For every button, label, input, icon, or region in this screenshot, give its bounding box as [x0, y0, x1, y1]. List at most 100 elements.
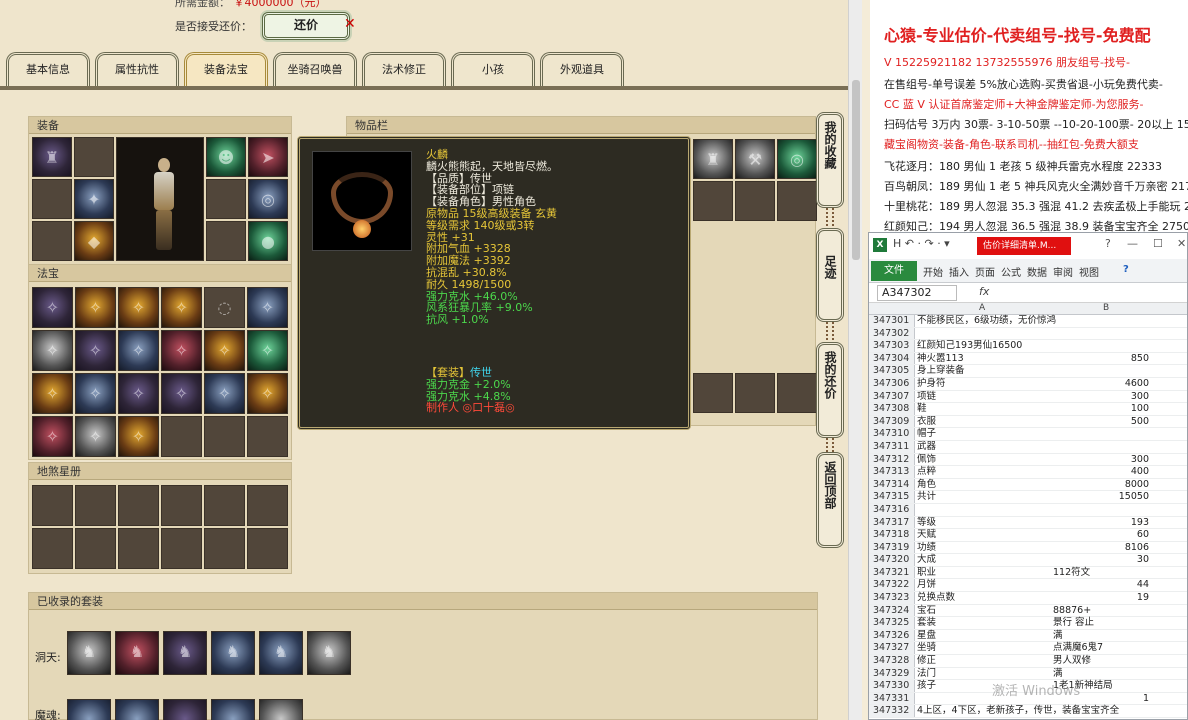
row-number[interactable]: 347328 — [869, 655, 915, 667]
cell-a[interactable]: 等级 — [917, 517, 1047, 530]
cell-a[interactable]: 大成 — [917, 554, 1047, 567]
treasure-slot[interactable]: ✧ — [75, 416, 116, 457]
row-number[interactable]: 347312 — [869, 453, 915, 466]
close-window-icon[interactable]: ✕ — [1177, 237, 1186, 250]
row-number[interactable]: 347325 — [869, 617, 915, 629]
cell-a[interactable]: 功绩 — [917, 542, 1047, 555]
treasure-slot[interactable]: ✧ — [75, 330, 116, 371]
equip-slot-orb[interactable]: ● — [248, 221, 288, 261]
row-number[interactable]: 347326 — [869, 629, 915, 642]
cell-b[interactable]: 满 — [1053, 668, 1183, 681]
row-number[interactable]: 347315 — [869, 491, 915, 503]
cell-b[interactable]: 60 — [1053, 529, 1151, 542]
cell-a[interactable]: 武器 — [917, 441, 1047, 454]
row-number[interactable]: 347321 — [869, 566, 915, 579]
cell-a[interactable]: 护身符 — [917, 378, 1047, 391]
treasure-slot[interactable]: ✧ — [204, 330, 245, 371]
row-number[interactable]: 347332 — [869, 705, 915, 717]
scrollbar-thumb[interactable] — [852, 80, 860, 260]
fx-icon[interactable]: fx — [979, 285, 989, 298]
tab-equipment-treasure[interactable]: 装备法宝 — [184, 52, 268, 86]
ribbon-tab-home[interactable]: 开始 — [923, 264, 943, 279]
treasure-slot[interactable]: ✧ — [32, 373, 73, 414]
quick-access-toolbar[interactable]: H ↶ · ↷ · ▾ — [893, 237, 950, 250]
row-number[interactable]: 347311 — [869, 440, 915, 453]
tab-children[interactable]: 小孩 — [451, 52, 535, 86]
inventory-slot[interactable]: ♜ — [693, 139, 733, 179]
cell-b[interactable]: 300 — [1053, 391, 1151, 404]
set-icon[interactable]: ♞ — [67, 631, 111, 675]
cell-b[interactable]: 19 — [1053, 592, 1151, 605]
cell-b[interactable]: 4600 — [1053, 378, 1151, 391]
cell-a[interactable]: 宝石 — [917, 605, 1047, 618]
row-number[interactable]: 347322 — [869, 579, 915, 592]
cell-a[interactable]: 套装 — [917, 617, 1047, 630]
row-number[interactable]: 347301 — [869, 315, 915, 327]
cell-a[interactable]: 坐骑 — [917, 642, 1047, 655]
cell-a[interactable]: 月饼 — [917, 579, 1047, 592]
treasure-slot[interactable]: ✧ — [247, 373, 288, 414]
equip-slot-boots[interactable]: ◆ — [74, 221, 114, 261]
treasure-slot[interactable]: ✧ — [247, 287, 288, 328]
treasure-slot[interactable]: ✧ — [32, 287, 73, 328]
cell-b[interactable]: 8000 — [1053, 479, 1151, 492]
cell-a[interactable]: 神火嚣113 — [917, 353, 1047, 366]
treasure-slot[interactable]: ✧ — [75, 287, 116, 328]
set-icon[interactable]: ♞ — [115, 631, 159, 675]
tab-appearance[interactable]: 外观道具 — [540, 52, 624, 86]
ribbon-tab-view[interactable]: 视图 — [1079, 264, 1099, 279]
cell-a[interactable]: 兑换点数 — [917, 592, 1047, 605]
cell-a[interactable]: 职业 — [917, 567, 1047, 580]
row-number[interactable]: 347310 — [869, 428, 915, 440]
cell-b[interactable]: 193 — [1053, 517, 1151, 530]
equip-slot-helmet[interactable]: ♜ — [32, 137, 72, 177]
ribbon-tab-data[interactable]: 数据 — [1027, 264, 1047, 279]
cell-a[interactable]: 修正 — [917, 655, 1047, 668]
tab-attributes[interactable]: 属性抗性 — [95, 52, 179, 86]
cell-a[interactable]: 红颜知己193男仙16500 — [917, 340, 1047, 353]
cell-a[interactable]: 衣服 — [917, 416, 1047, 429]
cell-b[interactable]: 满 — [1053, 630, 1183, 643]
cell-a[interactable]: 身上穿装备 — [917, 365, 1047, 378]
row-number[interactable]: 347306 — [869, 377, 915, 390]
set-icon[interactable]: ♞ — [307, 631, 351, 675]
cell-b[interactable]: 300 — [1053, 454, 1151, 467]
counter-offer-button[interactable]: 还价 — [262, 12, 350, 40]
cell-b[interactable]: 400 — [1053, 466, 1151, 479]
cell-b[interactable]: 850 — [1053, 353, 1151, 366]
row-number[interactable]: 347302 — [869, 327, 915, 340]
tab-mounts-pets[interactable]: 坐骑召唤兽 — [273, 52, 357, 86]
ribbon-tab-insert[interactable]: 插入 — [949, 264, 969, 279]
cell-a[interactable]: 法门 — [917, 668, 1047, 681]
equip-slot-ring[interactable]: ◎ — [248, 179, 288, 219]
tab-basic-info[interactable]: 基本信息 — [6, 52, 90, 86]
treasure-slot[interactable]: ✧ — [204, 373, 245, 414]
set-icon[interactable] — [211, 699, 255, 720]
row-number[interactable]: 347327 — [869, 642, 915, 655]
row-number[interactable]: 347303 — [869, 340, 915, 352]
set-icon[interactable]: ♞ — [211, 631, 255, 675]
set-icon[interactable]: ♞ — [259, 631, 303, 675]
cell-a[interactable]: 项链 — [917, 391, 1047, 404]
treasure-slot[interactable]: ✧ — [247, 330, 288, 371]
treasure-slot[interactable]: ✧ — [32, 416, 73, 457]
cell-b[interactable]: 15050 — [1053, 491, 1151, 504]
row-number[interactable]: 347330 — [869, 680, 915, 692]
row-number[interactable]: 347318 — [869, 529, 915, 541]
set-icon[interactable]: ♞ — [163, 631, 207, 675]
cell-b[interactable]: 100 — [1053, 403, 1151, 416]
treasure-slot[interactable]: ✧ — [161, 330, 202, 371]
row-number[interactable]: 347329 — [869, 667, 915, 680]
ribbon-tab-review[interactable]: 审阅 — [1053, 264, 1073, 279]
row-number[interactable]: 347319 — [869, 541, 915, 554]
treasure-slot[interactable]: ✧ — [118, 287, 159, 328]
help-icon[interactable]: ? — [1105, 237, 1111, 250]
cell-b[interactable]: 88876+ — [1053, 605, 1183, 618]
footprint-button[interactable]: 足迹 — [816, 228, 844, 322]
column-a-header[interactable]: A — [979, 303, 985, 313]
inventory-slot[interactable]: ◎ — [777, 139, 817, 179]
cell-b[interactable]: 8106 — [1053, 542, 1151, 555]
page-scrollbar[interactable] — [848, 0, 862, 720]
close-icon[interactable]: ✕ — [344, 16, 356, 32]
treasure-slot[interactable]: ✧ — [161, 373, 202, 414]
